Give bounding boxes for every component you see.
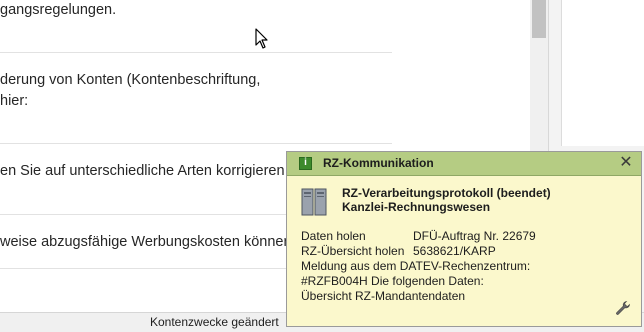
- right-panel-inner: [561, 0, 644, 146]
- scrollbar-thumb[interactable]: [532, 0, 546, 38]
- cursor-icon: [255, 28, 268, 49]
- document-line: derung von Konten (Kontenbeschriftung,: [0, 72, 261, 88]
- message-line: Übersicht RZ-Mandantendaten: [301, 289, 466, 303]
- row-label-uebersicht: RZ-Übersicht holen: [301, 244, 405, 258]
- document-line: weise abzugsfähige Werbungskosten können: [0, 234, 292, 250]
- wrench-icon[interactable]: [615, 300, 631, 316]
- protocol-title-line: RZ-Verarbeitungsprotokoll (beendet): [342, 186, 551, 200]
- server-icon: [301, 188, 327, 216]
- separator: [0, 52, 392, 53]
- separator: [0, 143, 392, 144]
- status-text: Kontenzwecke geändert: [150, 315, 279, 329]
- close-icon[interactable]: ✕: [617, 154, 635, 172]
- row-value-auftrag: DFÜ-Auftrag Nr. 22679: [413, 229, 536, 243]
- row-label-daten-holen: Daten holen: [301, 229, 366, 243]
- document-line: gangsregelungen.: [0, 2, 117, 18]
- document-line: hier:: [0, 93, 29, 109]
- protocol-title: RZ-Verarbeitungsprotokoll (beendet) Kanz…: [342, 186, 551, 214]
- notification-popup[interactable]: i RZ-Kommunikation ✕ RZ-Verarbeitungspro…: [286, 151, 642, 327]
- popup-header: i RZ-Kommunikation ✕: [287, 152, 641, 176]
- protocol-subtitle: Kanzlei-Rechnungswesen: [342, 200, 491, 214]
- row-value-uebersicht: 5638621/KARP: [413, 244, 496, 258]
- message-line: Meldung aus dem DATEV-Rechenzentrum:: [301, 259, 531, 273]
- popup-title: RZ-Kommunikation: [323, 156, 434, 170]
- notification-icon: i: [299, 157, 312, 170]
- document-line: en Sie auf unterschiedliche Arten korrig…: [0, 163, 285, 179]
- message-line: #RZFB004H Die folgenden Daten:: [301, 274, 484, 288]
